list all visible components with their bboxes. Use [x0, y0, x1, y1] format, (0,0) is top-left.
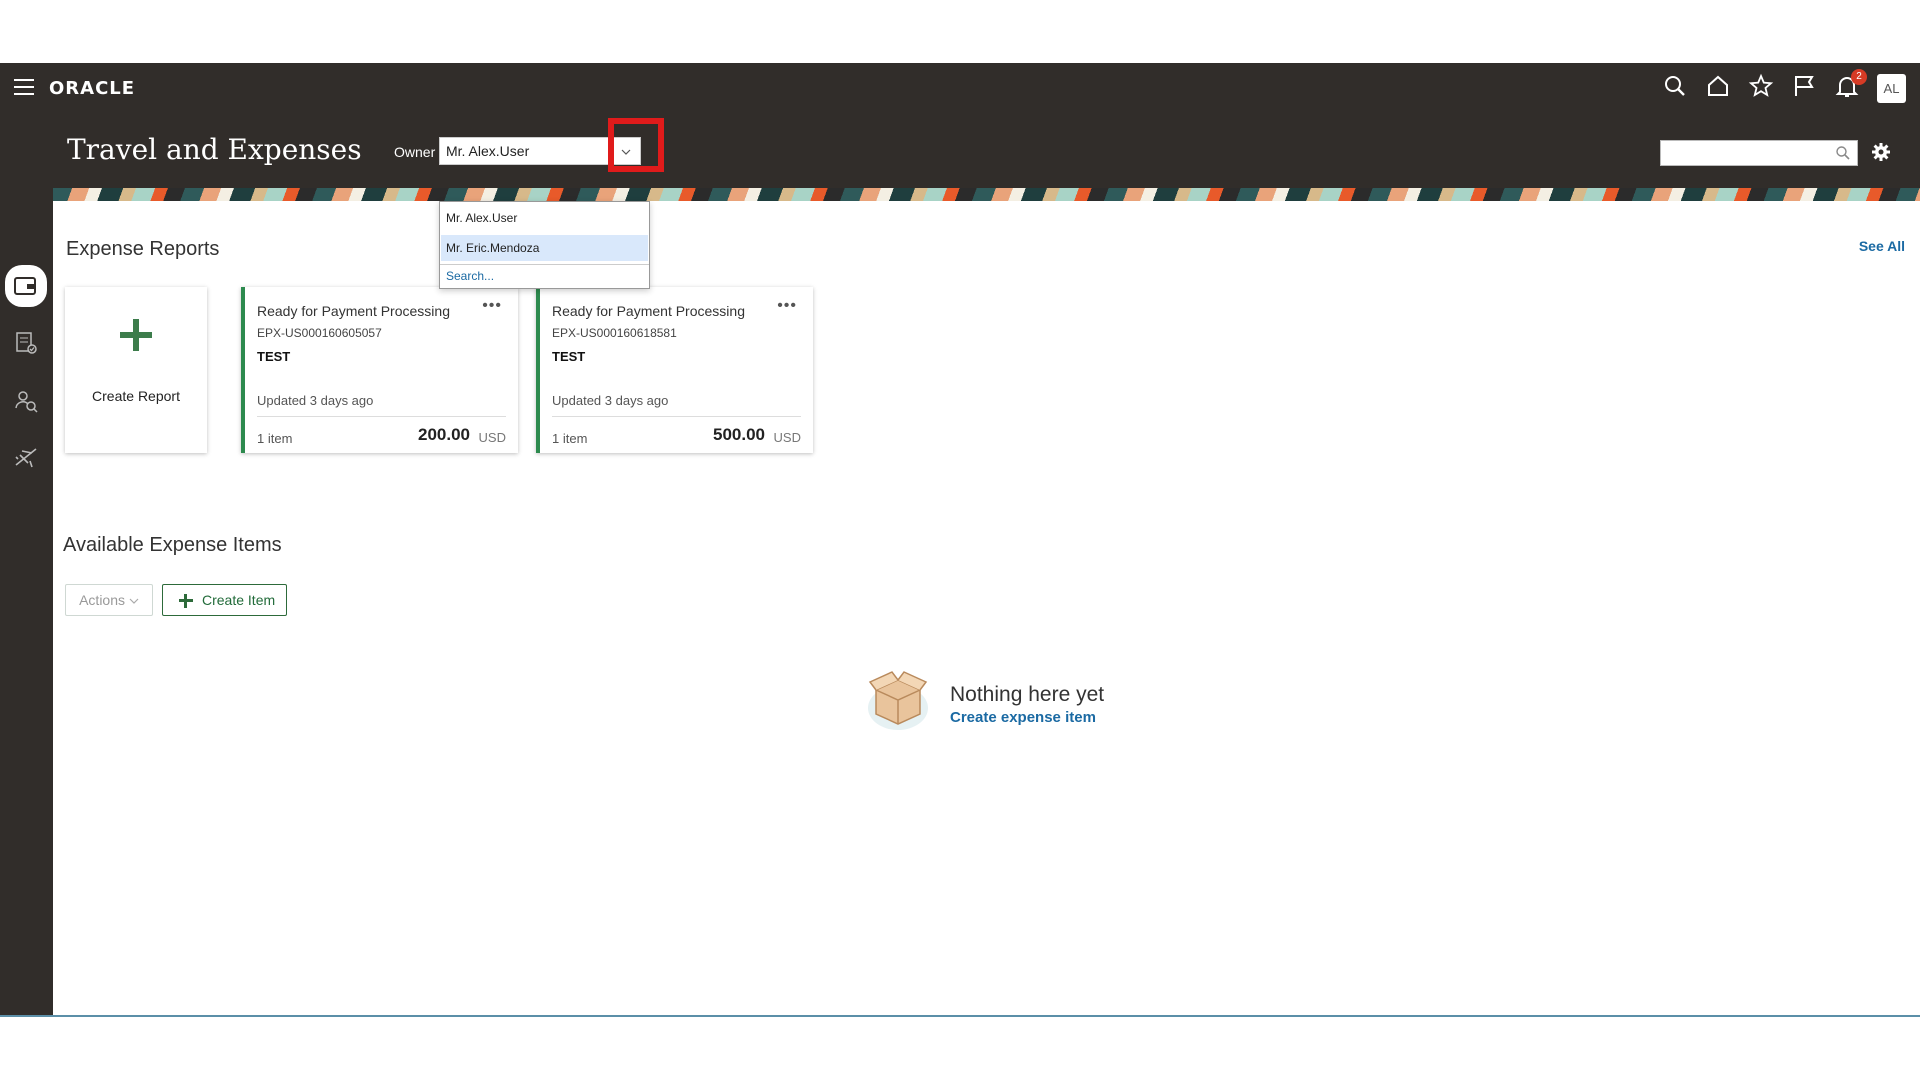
owner-select[interactable]: Mr. Alex.User [439, 137, 611, 165]
search-icon [1836, 146, 1850, 160]
screen: ORACLE 2 AL Travel and Expenses Owner Mr… [0, 0, 1920, 1080]
expense-report-card[interactable]: Ready for Payment Processing ••• EPX-US0… [536, 287, 813, 453]
owner-option[interactable]: Mr. Alex.User [441, 205, 648, 231]
create-report-card[interactable]: Create Report [65, 287, 207, 453]
notification-badge: 2 [1851, 69, 1867, 85]
report-status: Ready for Payment Processing [257, 303, 450, 319]
chevron-down-icon [129, 598, 139, 604]
available-expense-items-title: Available Expense Items [63, 534, 282, 556]
owner-search-option[interactable]: Search... [441, 265, 648, 288]
actions-button[interactable]: Actions [65, 584, 153, 616]
card-divider [552, 416, 801, 417]
gear-icon[interactable] [1870, 141, 1892, 163]
more-options-icon[interactable]: ••• [482, 297, 502, 315]
expense-reports-title: Expense Reports [66, 238, 220, 260]
main-content: Expense Reports See All Create Report Re… [53, 201, 1920, 1015]
page-header: Travel and Expenses Owner Mr. Alex.User [0, 113, 1920, 188]
decorative-banner [53, 188, 1920, 201]
report-item-count: 1 item [552, 431, 588, 446]
page-title: Travel and Expenses [67, 133, 362, 166]
oracle-logo: ORACLE [49, 78, 136, 99]
report-item-count: 1 item [257, 431, 293, 446]
owner-option-highlighted[interactable]: Mr. Eric.Mendoza [441, 235, 648, 261]
bottom-border [0, 1015, 1920, 1017]
more-options-icon[interactable]: ••• [777, 297, 797, 315]
plus-icon [120, 319, 152, 351]
card-divider [257, 416, 506, 417]
wallet-icon[interactable] [5, 265, 47, 307]
travel-plane-icon[interactable] [9, 440, 43, 474]
report-purpose: TEST [552, 349, 586, 364]
create-item-label: Create Item [202, 592, 276, 608]
report-approve-icon[interactable] [9, 326, 43, 360]
empty-box-icon [868, 671, 928, 730]
navigator-menu-icon[interactable] [14, 79, 34, 95]
empty-state-title: Nothing here yet [950, 683, 1105, 706]
report-id: EPX-US000160618581 [552, 326, 677, 340]
report-purpose: TEST [257, 349, 291, 364]
people-search-icon[interactable] [9, 384, 43, 418]
report-id: EPX-US000160605057 [257, 326, 382, 340]
report-currency: USD [478, 430, 506, 445]
see-all-link[interactable]: See All [1859, 238, 1905, 254]
home-icon[interactable] [1705, 73, 1735, 103]
report-currency: USD [773, 430, 801, 445]
expense-report-card[interactable]: Ready for Payment Processing ••• EPX-US0… [241, 287, 518, 453]
plus-icon [179, 594, 193, 608]
owner-label: Owner [394, 144, 436, 160]
owner-dropdown-list: Mr. Alex.User Mr. Eric.Mendoza Search... [439, 201, 650, 289]
search-icon[interactable] [1662, 73, 1692, 103]
chevron-down-icon [621, 149, 631, 155]
owner-dropdown-button[interactable] [611, 137, 641, 165]
report-amount: 200.00 [418, 425, 470, 444]
report-status: Ready for Payment Processing [552, 303, 745, 319]
application-window: ORACLE 2 AL Travel and Expenses Owner Mr… [0, 63, 1920, 1015]
bell-icon[interactable]: 2 [1834, 69, 1867, 103]
create-report-label: Create Report [92, 388, 180, 404]
star-icon[interactable] [1748, 73, 1778, 103]
flag-icon[interactable] [1791, 73, 1821, 103]
create-expense-item-link[interactable]: Create expense item [950, 709, 1096, 726]
left-navigation-rail [0, 188, 53, 1015]
report-updated: Updated 3 days ago [552, 393, 669, 408]
actions-label: Actions [79, 592, 126, 608]
create-item-button[interactable]: Create Item [162, 584, 287, 616]
report-amount: 500.00 [713, 425, 765, 444]
report-updated: Updated 3 days ago [257, 393, 374, 408]
global-header: ORACLE 2 AL [0, 63, 1920, 113]
user-avatar[interactable]: AL [1877, 74, 1906, 103]
header-search-input[interactable] [1660, 140, 1858, 166]
